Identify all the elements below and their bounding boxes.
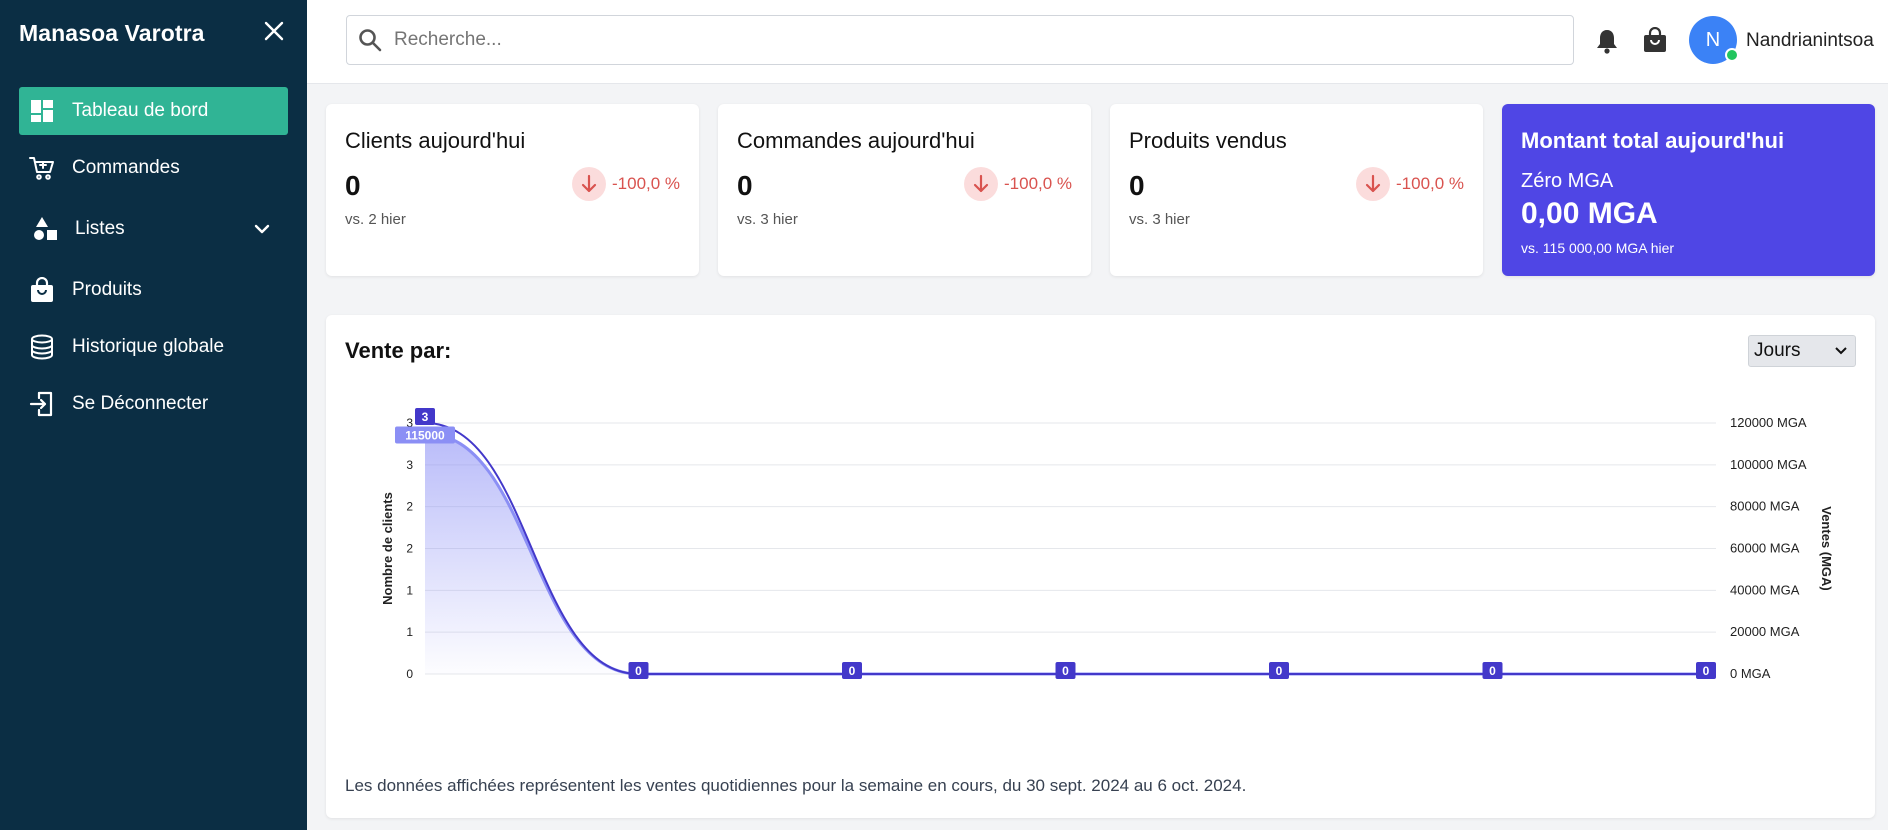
left-axis-label: Nombre de clients [380, 492, 395, 605]
sidebar-item-label: Historique globale [72, 336, 225, 357]
user-avatar[interactable]: N [1689, 16, 1739, 64]
sidebar-item-label: Se Déconnecter [72, 393, 209, 414]
stat-subtitle: vs. 2 hier [345, 211, 406, 228]
sidebar-item-tableau-de-bord[interactable]: Tableau de bord [19, 87, 288, 135]
sidebar-item-commandes[interactable]: Commandes [19, 144, 288, 192]
sidebar-item-historique-globale[interactable]: Historique globale [19, 323, 288, 371]
shopping-bag-icon [29, 277, 55, 303]
cart-button[interactable] [1643, 27, 1667, 53]
stat-value: 0 [1129, 170, 1145, 201]
sales-chart: 00 MGA1 20000 MGA1 40000 MGA2 60000 MGA2 800… [380, 408, 1834, 681]
left-tick-label: 1 [406, 625, 413, 639]
stat-subtitle: vs. 3 hier [1129, 211, 1190, 228]
username[interactable]: Nandrianintsoa [1746, 30, 1874, 52]
sidebar-item-label: Listes [75, 218, 125, 239]
top-bar: N Nandrianintsoa [307, 0, 1888, 84]
trend-value: -100,0 % [1396, 174, 1465, 193]
right-tick-label: 100000 MGA [1730, 457, 1807, 472]
trend-indicator: -100,0 % [572, 167, 680, 201]
period-select[interactable]: Jours [1748, 335, 1856, 367]
stat-card-produits: Produits vendus 0 -100,0 % vs. 3 hier [1110, 104, 1483, 276]
left-tick-label: 2 [406, 500, 413, 514]
clients-data-label: 0 [1489, 664, 1496, 678]
right-axis-label: Ventes (MGA) [1819, 506, 1834, 591]
shapes-icon [33, 216, 59, 242]
stat-title: Produits vendus [1129, 128, 1287, 153]
sidebar-nav: Tableau de bord Commandes Listes Produit… [19, 87, 288, 437]
sidebar: Manasoa Varotra Tableau de bord Commande… [0, 0, 307, 830]
trend-indicator: -100,0 % [964, 167, 1072, 201]
left-tick-label: 1 [406, 583, 413, 597]
right-tick-label: 120000 MGA [1730, 415, 1807, 430]
cart-icon [29, 155, 55, 181]
sidebar-item-listes[interactable]: Listes [19, 201, 288, 257]
stat-card-commandes: Commandes aujourd'hui 0 -100,0 % vs. 3 h… [718, 104, 1091, 276]
arrow-down-icon [1356, 167, 1390, 201]
chevron-down-icon [1835, 347, 1847, 355]
trend-value: -100,0 % [1004, 174, 1073, 193]
sales-chart-panel: Vente par: Jours 00 MGA 1 20000 MGA 1 40000 … [326, 315, 1875, 818]
total-in-words: Zéro MGA [1521, 170, 1614, 192]
right-tick-label: 80000 MGA [1730, 499, 1800, 514]
dashboard-icon [29, 98, 55, 124]
stat-title: Clients aujourd'hui [345, 128, 526, 153]
clients-data-label: 0 [1276, 664, 1283, 678]
total-compare: vs. 115 000,00 MGA hier [1521, 240, 1675, 256]
search-input[interactable] [394, 29, 1544, 51]
clients-data-label: 3 [422, 410, 429, 424]
clients-data-label: 0 [1703, 664, 1710, 678]
notifications-button[interactable] [1596, 28, 1618, 54]
left-tick-label: 3 [406, 458, 413, 472]
ventes-area [425, 433, 1706, 674]
sidebar-item-label: Commandes [72, 157, 180, 178]
search-bar [346, 15, 1574, 65]
stat-card-total: Montant total aujourd'hui Zéro MGA 0,00 … [1502, 104, 1875, 276]
left-tick-label: 0 [406, 667, 413, 681]
clients-data-label: 0 [849, 664, 856, 678]
database-icon [29, 334, 55, 360]
close-sidebar-button[interactable] [259, 16, 289, 46]
stat-title: Commandes aujourd'hui [737, 128, 975, 153]
stat-subtitle: vs. 3 hier [737, 211, 798, 228]
chevron-down-icon [254, 224, 270, 234]
right-tick-label: 60000 MGA [1730, 541, 1800, 556]
online-status-dot [1725, 48, 1739, 62]
stat-card-clients: Clients aujourd'hui 0 -100,0 % vs. 2 hie… [326, 104, 699, 276]
right-tick-label: 20000 MGA [1730, 624, 1800, 639]
sidebar-item-produits[interactable]: Produits [19, 266, 288, 314]
ventes-line [424, 431, 1706, 676]
right-tick-label: 0 MGA [1730, 666, 1771, 681]
bell-icon [1597, 30, 1617, 54]
panel-title: Vente par: [345, 338, 452, 363]
logout-icon [29, 391, 55, 417]
trend-indicator: -100,0 % [1356, 167, 1464, 201]
sidebar-item-se-deconnecter[interactable]: Se Déconnecter [19, 380, 288, 428]
trend-value: -100,0 % [612, 174, 681, 193]
sidebar-item-label: Tableau de bord [72, 100, 209, 121]
right-tick-label: 40000 MGA [1730, 582, 1800, 597]
stat-title: Montant total aujourd'hui [1521, 128, 1785, 153]
close-icon [264, 21, 284, 41]
sidebar-item-label: Produits [72, 279, 142, 300]
left-tick-label: 2 [406, 542, 413, 556]
brand-title: Manasoa Varotra [19, 20, 205, 46]
arrow-down-icon [572, 167, 606, 201]
stat-value: 0 [345, 170, 361, 201]
avatar-initial: N [1705, 28, 1721, 51]
search-icon [358, 28, 382, 52]
ventes-data-label: 115000 [405, 428, 445, 442]
clients-data-label: 0 [635, 664, 642, 678]
arrow-down-icon [964, 167, 998, 201]
stat-value: 0 [737, 170, 753, 201]
total-amount: 0,00 MGA [1521, 197, 1658, 230]
clients-data-label: 0 [1062, 664, 1069, 678]
period-select-value: Jours [1754, 340, 1801, 361]
chart-footnote: Les données affichées représentent les v… [345, 776, 1247, 795]
shopping-bag-icon [1644, 27, 1666, 52]
